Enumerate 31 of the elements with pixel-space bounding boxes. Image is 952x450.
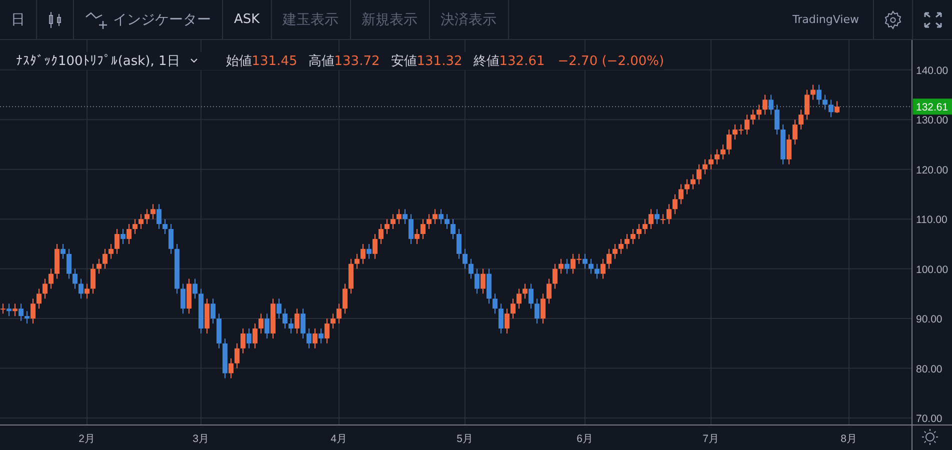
- caret-icon[interactable]: [190, 58, 198, 64]
- time-axis-label: 2月: [78, 433, 96, 445]
- symbol-title[interactable]: ﾅｽﾀﾞｯｸ100ﾄﾘﾌﾟﾙ(ask), 1日: [16, 52, 180, 70]
- ohlc-value: 始値131.45: [226, 53, 298, 70]
- price-axis-label: 90.00: [916, 314, 942, 326]
- price-change: −2.70 (−2.00%): [558, 54, 664, 68]
- toolbar-button[interactable]: 日: [0, 0, 37, 39]
- time-axis-label: 5月: [456, 433, 474, 445]
- candlestick-icon: [48, 10, 62, 28]
- price-axis-label: 110.00: [916, 214, 948, 226]
- brand-label: TradingView: [792, 0, 874, 39]
- ohlc-value: 終値132.61: [473, 53, 545, 70]
- time-axis-label: 6月: [576, 433, 594, 445]
- ohlc-value: 安値131.32: [390, 53, 462, 70]
- price-axis-label: 130.00: [916, 114, 948, 127]
- price-axis-label: 100.00: [916, 264, 948, 276]
- time-axis-label: 7月: [702, 433, 720, 445]
- toolbar-button[interactable]: ASK: [223, 0, 272, 39]
- price-axis-label: 70.00: [916, 413, 942, 426]
- price-axis-label: 140.00: [916, 64, 948, 77]
- last-price-badge: 132.61: [913, 98, 952, 115]
- price-axis-label: 80.00: [916, 363, 942, 376]
- ohlc-value: 高値133.72: [308, 53, 380, 70]
- ref-line-label: 132.61: [916, 102, 948, 114]
- time-axis-label: 4月: [330, 433, 348, 445]
- time-axis-label: 3月: [192, 433, 210, 445]
- time-axis-label: 8月: [840, 433, 858, 445]
- indicator-icon: [85, 10, 109, 28]
- price-axis-label: 120.00: [916, 164, 948, 176]
- fullscreen-icon: [924, 12, 942, 28]
- indicator-button[interactable]: インジケーター: [74, 0, 223, 39]
